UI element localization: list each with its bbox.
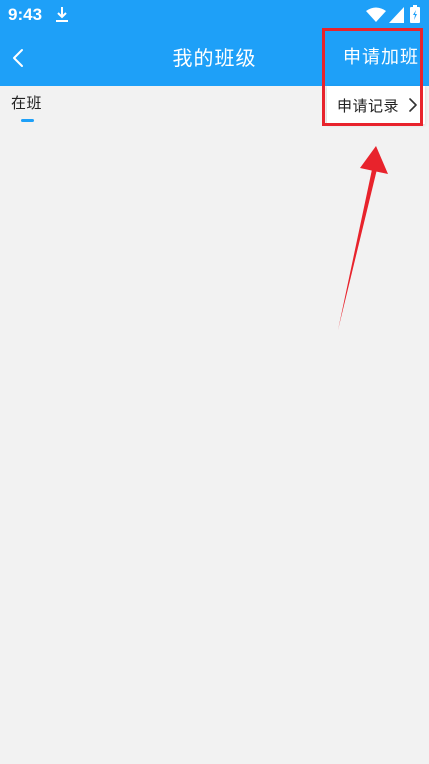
- application-records-item[interactable]: 申请记录: [327, 86, 425, 124]
- tab-in-class[interactable]: 在班: [11, 92, 45, 126]
- battery-icon: [410, 5, 420, 23]
- download-icon: [56, 7, 68, 22]
- status-bar: 9:43: [0, 0, 429, 30]
- dropdown-menu: 申请记录: [327, 86, 425, 124]
- tab-active-indicator: [21, 119, 34, 122]
- application-records-label: 申请记录: [337, 96, 400, 115]
- back-button[interactable]: [4, 40, 32, 76]
- chevron-left-icon: [13, 49, 23, 67]
- signal-icon: [389, 7, 404, 23]
- apply-join-class-button[interactable]: 申请加班: [343, 30, 419, 86]
- app-bar: 我的班级 申请加班: [0, 30, 429, 86]
- status-time: 9:43: [8, 5, 43, 24]
- tab-label: 在班: [11, 94, 43, 112]
- chevron-right-icon: [409, 98, 417, 112]
- wifi-icon: [366, 7, 386, 22]
- class-list-area: [0, 126, 429, 764]
